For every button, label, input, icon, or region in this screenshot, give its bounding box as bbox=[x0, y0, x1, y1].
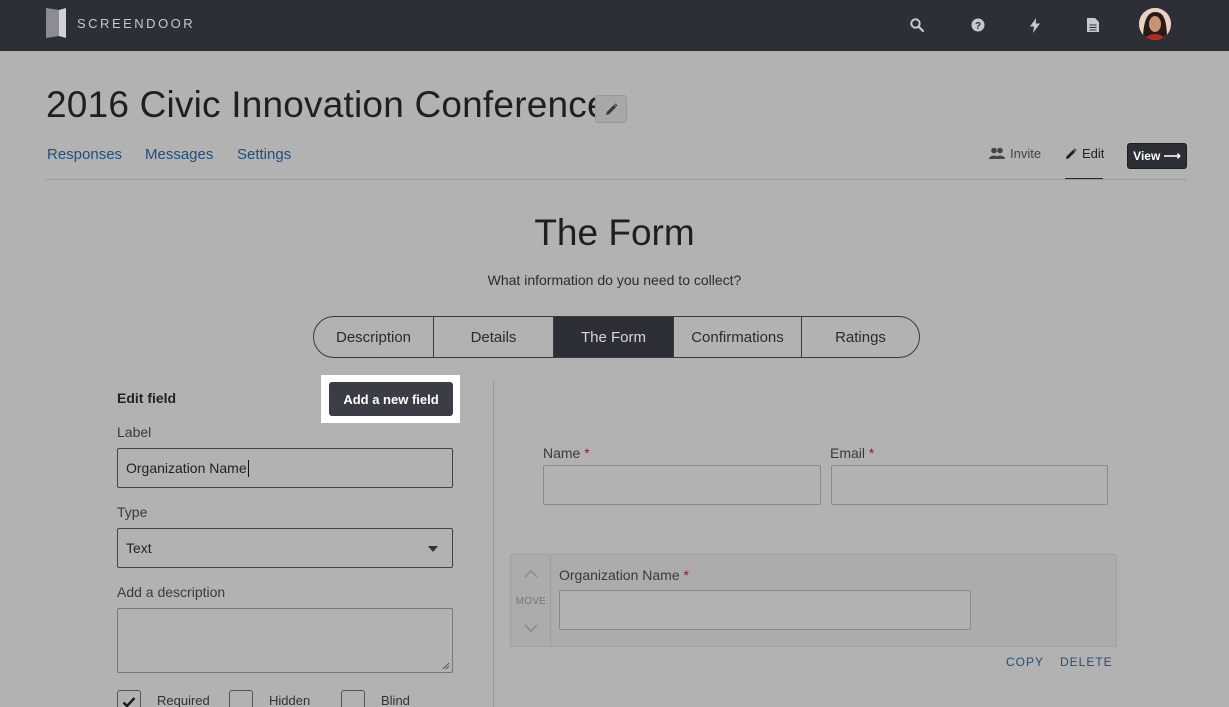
section-subtitle: What information do you need to collect? bbox=[487, 272, 742, 288]
blind-checkbox[interactable] bbox=[341, 690, 365, 707]
page-title: 2016 Civic Innovation Conference bbox=[46, 84, 608, 125]
type-select-value: Text bbox=[126, 540, 152, 556]
preview-email-label: Email * bbox=[830, 445, 874, 461]
move-label: MOVE bbox=[515, 596, 547, 607]
chevron-up-icon[interactable] bbox=[524, 569, 538, 579]
required-label: Required bbox=[157, 693, 210, 707]
edit-field-heading: Edit field bbox=[117, 390, 177, 406]
svg-text:?: ? bbox=[975, 21, 981, 32]
top-navbar: SCREENDOOR ? bbox=[0, 0, 1229, 51]
tab-settings[interactable]: Settings bbox=[237, 146, 291, 163]
tab-confirmations[interactable]: Confirmations bbox=[674, 317, 802, 357]
description-textarea[interactable] bbox=[117, 608, 453, 673]
edit-label: Edit bbox=[1082, 146, 1105, 161]
pencil-icon bbox=[605, 102, 618, 115]
panel-divider bbox=[493, 381, 494, 707]
pencil-icon bbox=[1065, 147, 1077, 159]
copy-field-link[interactable]: COPY bbox=[1006, 655, 1044, 669]
hidden-checkbox[interactable] bbox=[229, 690, 253, 707]
add-field-highlight: Add a new field bbox=[321, 375, 460, 423]
tab-details[interactable]: Details bbox=[434, 317, 554, 357]
preview-email-input[interactable] bbox=[831, 465, 1108, 505]
invite-label: Invite bbox=[1010, 146, 1042, 161]
subnav-divider bbox=[46, 179, 1187, 180]
tab-description[interactable]: Description bbox=[314, 317, 434, 357]
preview-org-text: Organization Name bbox=[559, 567, 680, 583]
description-caption: Add a description bbox=[117, 584, 226, 600]
selected-field-card[interactable]: MOVE Organization Name * bbox=[510, 554, 1117, 647]
label-input-value: Organization Name bbox=[126, 460, 247, 476]
document-icon[interactable] bbox=[1081, 13, 1105, 37]
tab-the-form[interactable]: The Form bbox=[554, 317, 674, 357]
brand-name[interactable]: SCREENDOOR bbox=[77, 16, 195, 31]
screendoor-logo-icon[interactable] bbox=[46, 6, 68, 40]
chevron-down-icon bbox=[428, 546, 438, 552]
type-caption: Type bbox=[117, 504, 148, 520]
blind-label: Blind bbox=[381, 693, 410, 707]
edit-link[interactable]: Edit bbox=[1065, 146, 1104, 161]
rename-project-button[interactable] bbox=[595, 95, 627, 123]
tab-ratings[interactable]: Ratings bbox=[802, 317, 919, 357]
chevron-down-icon[interactable] bbox=[524, 623, 538, 633]
label-input[interactable]: Organization Name bbox=[117, 448, 453, 488]
type-select[interactable]: Text bbox=[117, 528, 453, 568]
hidden-label: Hidden bbox=[269, 693, 311, 707]
invite-link[interactable]: Invite bbox=[989, 146, 1041, 161]
avatar[interactable] bbox=[1139, 8, 1171, 40]
users-icon bbox=[989, 147, 1005, 159]
text-caret bbox=[247, 459, 249, 477]
resize-handle-icon[interactable] bbox=[442, 662, 450, 670]
preview-org-label: Organization Name * bbox=[559, 567, 689, 583]
preview-org-input[interactable] bbox=[559, 590, 971, 630]
step-tabs: Description Details The Form Confirmatio… bbox=[313, 316, 920, 358]
checkmark-icon bbox=[122, 697, 136, 707]
preview-email-text: Email bbox=[830, 445, 866, 461]
move-handle[interactable]: MOVE bbox=[511, 555, 551, 646]
search-icon[interactable] bbox=[905, 13, 929, 37]
add-new-field-button[interactable]: Add a new field bbox=[329, 382, 453, 416]
label-caption: Label bbox=[117, 424, 152, 440]
section-title: The Form bbox=[534, 212, 695, 253]
delete-field-link[interactable]: DELETE bbox=[1060, 655, 1113, 669]
tab-responses[interactable]: Responses bbox=[47, 146, 122, 163]
preview-name-input[interactable] bbox=[543, 465, 821, 505]
preview-name-text: Name bbox=[543, 445, 581, 461]
help-icon[interactable]: ? bbox=[966, 13, 990, 37]
tab-messages[interactable]: Messages bbox=[145, 146, 213, 163]
view-button[interactable]: View ⟶ bbox=[1127, 143, 1187, 169]
bolt-icon[interactable] bbox=[1023, 13, 1047, 37]
required-asterisk: * bbox=[868, 445, 875, 461]
required-checkbox[interactable] bbox=[117, 690, 141, 707]
required-asterisk: * bbox=[584, 445, 590, 461]
preview-name-label: Name * bbox=[543, 445, 590, 461]
required-asterisk: * bbox=[683, 567, 689, 583]
